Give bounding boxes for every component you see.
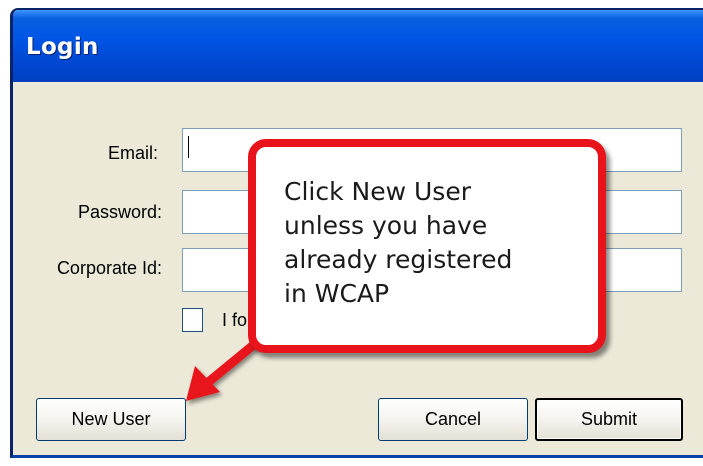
callout-line-2: unless you have — [284, 211, 488, 240]
new-user-button[interactable]: New User — [36, 398, 186, 441]
submit-button[interactable]: Submit — [535, 398, 683, 441]
text-caret — [188, 136, 189, 158]
callout-text: Click New User unless you have already r… — [284, 175, 584, 311]
cancel-button[interactable]: Cancel — [378, 398, 528, 441]
window-title: Login — [26, 34, 99, 60]
corporate-id-label: Corporate Id: — [56, 258, 162, 278]
instruction-callout: Click New User unless you have already r… — [248, 139, 606, 353]
screenshot-frame: Login Email: Password: Corporate Id: I f… — [0, 0, 703, 466]
checkbox-label: I fo — [222, 310, 248, 330]
remember-checkbox[interactable] — [182, 308, 203, 332]
callout-line-3: already registered — [284, 245, 513, 274]
callout-line-1: Click New User — [284, 177, 471, 206]
title-bar[interactable]: Login — [13, 10, 703, 82]
email-label: Email: — [107, 143, 158, 163]
password-label: Password: — [77, 202, 162, 222]
callout-line-4: in WCAP — [284, 279, 390, 308]
